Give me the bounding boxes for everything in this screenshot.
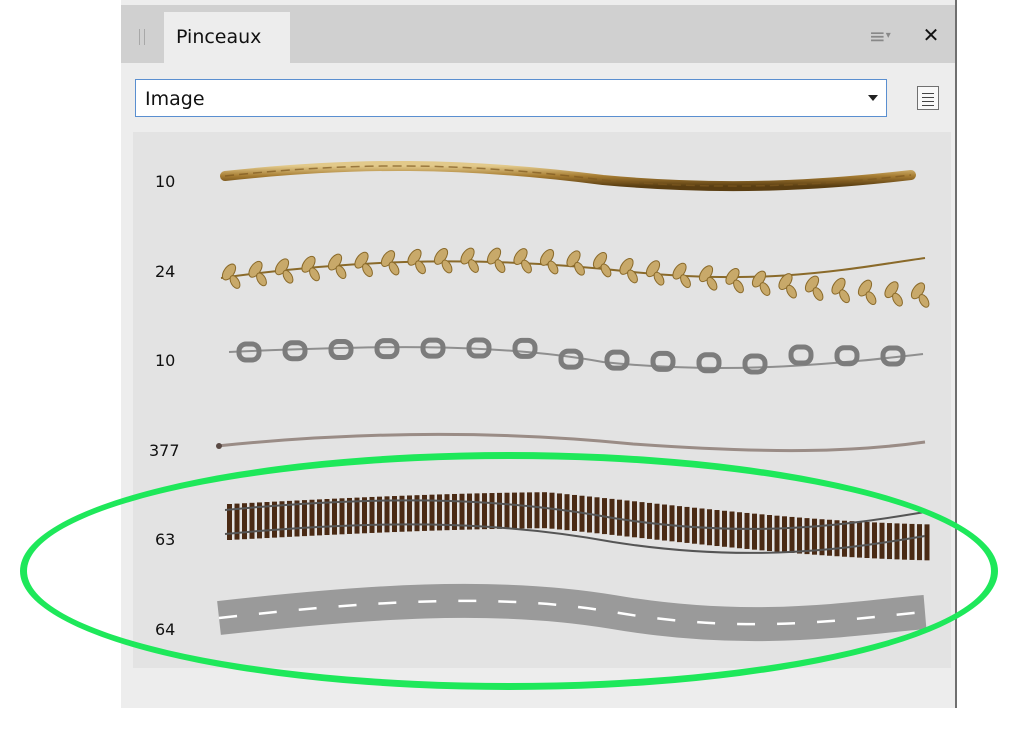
chain-link [374,338,400,360]
chain-link [328,339,354,361]
chevron-down-icon[interactable] [868,95,878,101]
chain-link [282,340,308,362]
close-icon[interactable]: ✕ [920,24,942,46]
chain-link [512,337,538,359]
hamburger-menu-icon[interactable]: ≡▾ [869,26,891,47]
tab-label: Pinceaux [176,26,262,48]
brush-item-rope[interactable] [220,160,916,192]
chain-link [604,349,630,371]
brush-size-label: 10 [155,351,176,370]
brush-item-thin-line[interactable] [216,432,926,453]
brush-size-label: 24 [155,262,176,281]
brush-item-leaf-vine[interactable] [220,246,931,309]
panel-header: Pinceaux ≡▾ ✕ [121,5,955,63]
highlight-ellipse-annotation [20,452,998,690]
chain-link [742,353,768,375]
chain-link [834,345,860,367]
brush-size-label: 377 [149,441,180,460]
brush-item-chain[interactable] [228,337,924,375]
brush-size-label: 10 [155,172,176,191]
list-options-button[interactable] [917,86,939,110]
tab-pinceaux[interactable]: Pinceaux [164,12,290,63]
chain-link [696,352,722,374]
chain-link [788,344,814,366]
chain-link [650,350,676,372]
category-select[interactable]: Image [135,79,887,117]
category-select-value: Image [145,88,205,110]
chain-link [558,348,584,370]
drag-grip-icon[interactable] [139,29,145,45]
